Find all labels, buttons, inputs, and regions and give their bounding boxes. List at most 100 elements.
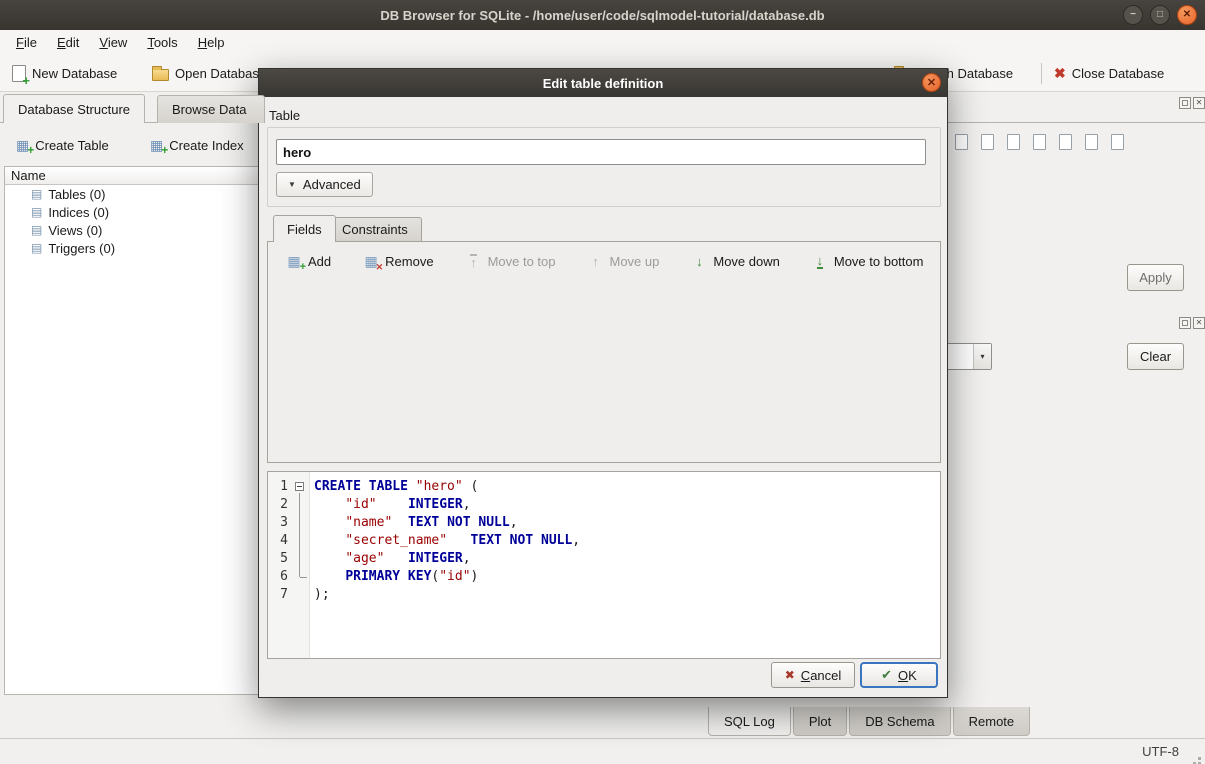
- sql-token: ,: [463, 551, 471, 566]
- maximize-icon[interactable]: □: [1150, 5, 1170, 25]
- sql-code: CREATE TABLE "hero" (: [314, 478, 478, 496]
- sql-token: [408, 479, 416, 494]
- dock-close-icon[interactable]: ✕: [1193, 317, 1205, 329]
- dialog-titlebar[interactable]: Edit table definition ✕: [259, 69, 947, 97]
- sql-token: [314, 569, 345, 584]
- button-label: Create Index: [169, 138, 243, 153]
- table-list-icon: ▤: [31, 206, 42, 218]
- create-index-button[interactable]: ▦ Create Index: [142, 132, 252, 158]
- tab-label: Database Structure: [18, 102, 130, 117]
- tab-db-schema[interactable]: DB Schema: [849, 707, 950, 736]
- cancel-button[interactable]: ✖ Cancel: [771, 662, 855, 688]
- button-label: OK: [898, 668, 917, 683]
- move-up-button: ↑Move up: [582, 250, 666, 272]
- cell-toolbar-icon[interactable]: [950, 130, 972, 154]
- move-up-icon: ↑: [588, 253, 604, 269]
- cell-toolbar-icon[interactable]: [1028, 130, 1050, 154]
- open-database-button[interactable]: Open Database: [146, 59, 272, 87]
- sql-line: 3 "name" TEXT NOT NULL,: [268, 514, 940, 532]
- cell-toolbar-icon[interactable]: [1106, 130, 1128, 154]
- remove-button[interactable]: ▦✕Remove: [357, 250, 439, 272]
- move-to-bottom-button[interactable]: ↓Move to bottom: [806, 250, 930, 272]
- new-database-button[interactable]: New Database: [6, 59, 123, 87]
- sql-line: 1CREATE TABLE "hero" (: [268, 478, 940, 496]
- menu-item-help[interactable]: Help: [188, 32, 235, 53]
- minimize-icon[interactable]: −: [1123, 5, 1143, 25]
- dock-float-icon[interactable]: [1179, 317, 1191, 329]
- chevron-down-icon: ▼: [288, 180, 296, 189]
- add-button[interactable]: ▦+Add: [280, 250, 337, 272]
- dock-float-icon[interactable]: [1179, 97, 1191, 109]
- sql-token: PRIMARY KEY: [345, 569, 431, 584]
- close-icon[interactable]: ✕: [1177, 5, 1197, 25]
- button-label: Clear: [1140, 349, 1171, 364]
- cell-toolbar-icon[interactable]: [1054, 130, 1076, 154]
- new-database-icon: [12, 65, 26, 82]
- close-database-icon: ✖: [1054, 65, 1066, 82]
- line-number: 3: [268, 514, 290, 532]
- tab-plot[interactable]: Plot: [793, 707, 847, 736]
- tab-sql-log[interactable]: SQL Log: [708, 707, 791, 736]
- button-label: Close Database: [1072, 66, 1165, 81]
- table-list-icon: ▤: [31, 242, 42, 254]
- sql-code-lines: 1CREATE TABLE "hero" (2 "id" INTEGER,3 "…: [268, 478, 940, 604]
- sql-token: "name": [345, 515, 392, 530]
- cancel-icon: ✖: [785, 668, 795, 682]
- fold-margin: [290, 550, 314, 568]
- menu-item-file[interactable]: File: [6, 32, 47, 53]
- dialog-title: Edit table definition: [543, 76, 664, 91]
- document-icon: [1111, 134, 1124, 150]
- tab-fields[interactable]: Fields: [273, 215, 336, 242]
- create-table-button[interactable]: ▦ Create Table: [8, 132, 117, 158]
- sql-token: INTEGER: [408, 551, 463, 566]
- sql-preview[interactable]: 1CREATE TABLE "hero" (2 "id" INTEGER,3 "…: [267, 471, 941, 659]
- cell-toolbar-icon[interactable]: [1080, 130, 1102, 154]
- window-titlebar[interactable]: DB Browser for SQLite - /home/user/code/…: [0, 0, 1205, 30]
- line-number: 5: [268, 550, 290, 568]
- dialog-close-icon[interactable]: ✕: [922, 73, 941, 92]
- document-icon: [1059, 134, 1072, 150]
- button-label: Move to top: [488, 254, 556, 269]
- sql-code: "age" INTEGER,: [314, 550, 471, 568]
- sql-token: ): [471, 569, 479, 584]
- cell-toolbar-icon[interactable]: [1002, 130, 1024, 154]
- tab-remote[interactable]: Remote: [953, 707, 1031, 736]
- dock-close-icon[interactable]: ✕: [1193, 97, 1205, 109]
- resize-grip-icon[interactable]: [1198, 757, 1201, 760]
- sql-line: 4 "secret_name" TEXT NOT NULL,: [268, 532, 940, 550]
- advanced-toggle-button[interactable]: ▼ Advanced: [276, 172, 373, 197]
- table-name-input[interactable]: [276, 139, 926, 165]
- sql-token: [314, 533, 345, 548]
- clear-button[interactable]: Clear: [1127, 343, 1184, 370]
- fold-margin: [290, 496, 314, 514]
- code-fold-icon[interactable]: [295, 482, 304, 491]
- window-controls: − □ ✕: [1123, 5, 1197, 25]
- remove-icon: ▦✕: [363, 253, 379, 269]
- cell-toolbar-icon[interactable]: [976, 130, 998, 154]
- ok-button[interactable]: ✔ OK: [860, 662, 938, 688]
- sql-token: INTEGER: [408, 497, 463, 512]
- sql-code: );: [314, 586, 330, 604]
- fold-margin: [290, 514, 314, 532]
- line-number: 4: [268, 532, 290, 550]
- move-down-icon: ↓: [691, 253, 707, 269]
- tab-database-structure[interactable]: Database Structure: [3, 94, 145, 123]
- table-list-icon: ▤: [31, 188, 42, 200]
- menu-bar: FileEditViewToolsHelp: [0, 30, 1205, 54]
- sql-token: );: [314, 587, 330, 602]
- document-icon: [1085, 134, 1098, 150]
- button-label: Move down: [713, 254, 779, 269]
- sql-line: 6 PRIMARY KEY("id"): [268, 568, 940, 586]
- add-icon: ▦+: [286, 253, 302, 269]
- encoding-indicator: UTF-8: [1142, 744, 1179, 759]
- sql-token: CREATE TABLE: [314, 479, 408, 494]
- move-down-button[interactable]: ↓ Move down: [685, 250, 785, 272]
- tab-browse-data[interactable]: Browse Data: [157, 95, 265, 123]
- apply-button[interactable]: Apply: [1127, 264, 1184, 291]
- menu-item-view[interactable]: View: [89, 32, 137, 53]
- sql-code: PRIMARY KEY("id"): [314, 568, 478, 586]
- tab-constraints[interactable]: Constraints: [328, 217, 422, 241]
- menu-item-edit[interactable]: Edit: [47, 32, 89, 53]
- menu-item-tools[interactable]: Tools: [137, 32, 187, 53]
- close-database-button[interactable]: ✖ Close Database: [1048, 59, 1170, 87]
